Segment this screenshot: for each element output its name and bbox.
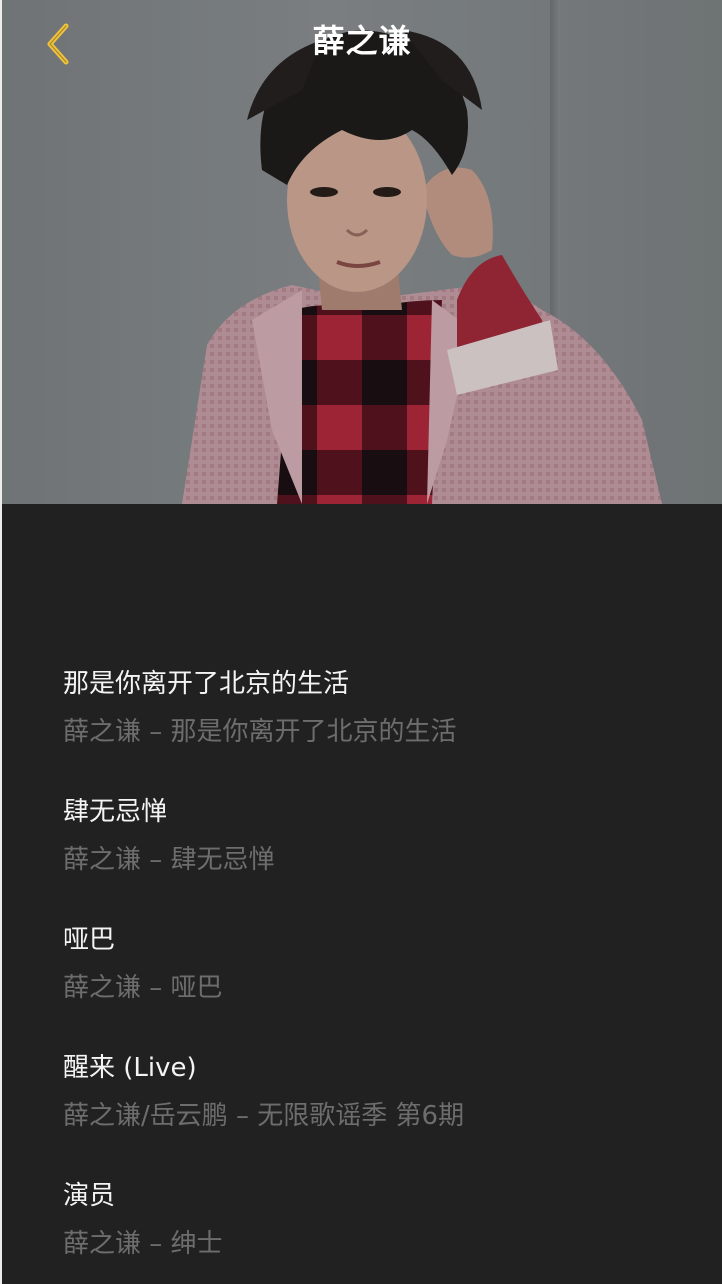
song-title: 醒来 (Live) [63, 1053, 197, 1083]
artist-cover-photo [2, 0, 722, 504]
song-item[interactable]: 肆无忌惮 薛之谦 – 肆无忌惮 [2, 768, 722, 896]
song-title: 演员 [63, 1181, 116, 1211]
back-button[interactable] [32, 18, 84, 70]
song-title: 哑巴 [63, 925, 116, 955]
hero-overlay [2, 0, 722, 504]
song-subtitle: 薛之谦 – 绅士 [63, 1229, 223, 1259]
chevron-left-icon [47, 23, 69, 65]
song-subtitle: 薛之谦 – 那是你离开了北京的生活 [63, 717, 457, 747]
page-title: 薛之谦 [312, 22, 412, 60]
artist-page: 薛之谦 那是你离开了北京的生活 薛之谦 – 那是你离开了北京的生活 肆无忌惮 薛… [2, 0, 722, 1284]
song-title: 那是你离开了北京的生活 [63, 669, 350, 699]
song-item[interactable]: 醒来 (Live) 薛之谦/岳云鹏 – 无限歌谣季 第6期 [2, 1024, 722, 1152]
song-title: 肆无忌惮 [63, 797, 168, 827]
song-item[interactable]: 演员 薛之谦 – 绅士 [2, 1152, 722, 1280]
song-subtitle: 薛之谦 – 肆无忌惮 [63, 845, 275, 875]
song-item[interactable]: 那是你离开了北京的生活 薛之谦 – 那是你离开了北京的生活 [2, 640, 722, 768]
song-subtitle: 薛之谦 – 哑巴 [63, 973, 223, 1003]
song-item[interactable]: 哑巴 薛之谦 – 哑巴 [2, 896, 722, 1024]
song-subtitle: 薛之谦/岳云鹏 – 无限歌谣季 第6期 [63, 1101, 465, 1131]
song-list: 那是你离开了北京的生活 薛之谦 – 那是你离开了北京的生活 肆无忌惮 薛之谦 –… [2, 640, 722, 1280]
